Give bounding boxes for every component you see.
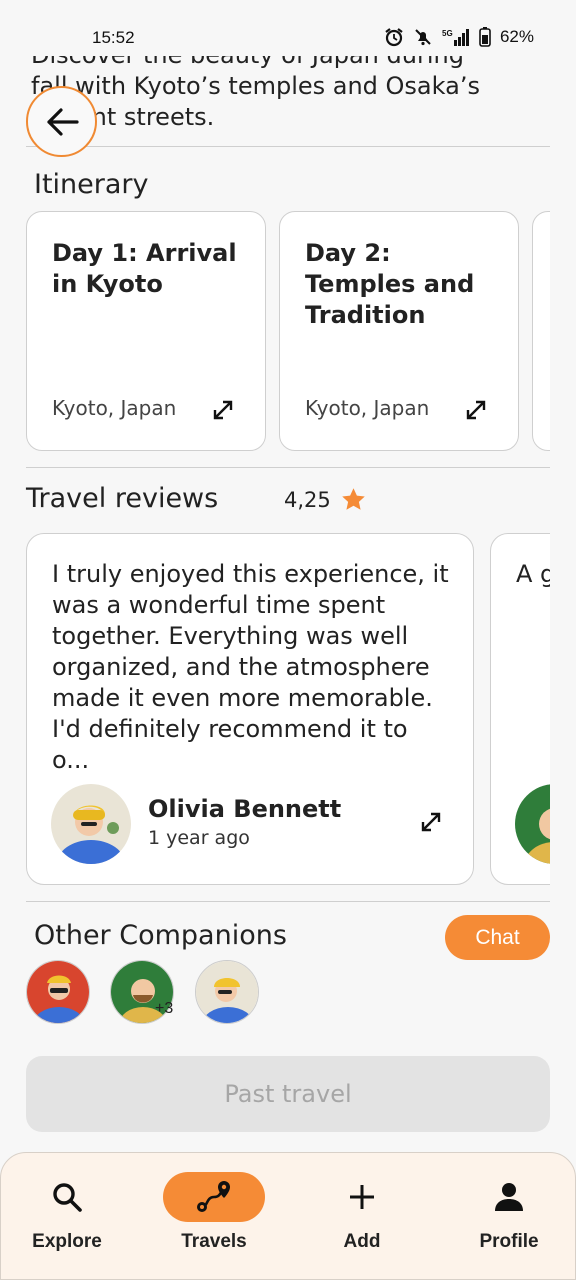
expand-icon[interactable] xyxy=(464,398,488,422)
day-card[interactable]: Day 2: Temples and Tradition Kyoto, Japa… xyxy=(279,211,519,451)
review-text-partial: A g sig us exp mi tha exp xyxy=(516,560,550,588)
day-location: Kyoto, Japan xyxy=(305,396,430,420)
intro-line-2: fall with Kyoto’s temples and Osaka’s xyxy=(31,72,480,100)
day-card[interactable]: Day 1: Arrival in Kyoto Kyoto, Japan xyxy=(26,211,266,451)
nav-add[interactable]: Add xyxy=(292,1153,432,1280)
itinerary-title: Itinerary xyxy=(34,169,149,200)
nav-explore[interactable]: Explore xyxy=(0,1153,137,1280)
expand-icon[interactable] xyxy=(211,398,235,422)
plus-icon xyxy=(350,1185,374,1209)
active-indicator xyxy=(163,1172,265,1222)
person-icon xyxy=(495,1183,523,1211)
review-card[interactable]: I truly enjoyed this experience, it was … xyxy=(26,533,474,885)
intro-line-3: vibrant streets. xyxy=(31,103,215,131)
day-location: Kyoto, Japan xyxy=(52,396,177,420)
nav-label: Travels xyxy=(181,1231,247,1252)
reviewer-name: Olivia Bennett xyxy=(148,795,342,823)
battery-level: 62% xyxy=(499,27,534,46)
review-card-partial[interactable]: A g sig us exp mi tha exp xyxy=(490,533,550,885)
nav-travels[interactable]: Travels xyxy=(144,1153,284,1280)
companion-avatar[interactable] xyxy=(26,960,90,1024)
divider xyxy=(26,901,550,902)
status-time: 15:52 xyxy=(92,28,135,47)
svg-text:5G: 5G xyxy=(442,29,453,38)
star-icon xyxy=(340,486,367,517)
reviews-title: Travel reviews xyxy=(26,483,219,514)
back-button[interactable] xyxy=(26,86,97,157)
itinerary-carousel[interactable]: Day 1: Arrival in Kyoto Kyoto, Japan Day… xyxy=(26,211,550,452)
battery-icon xyxy=(479,27,491,47)
past-travel-button[interactable]: Past travel xyxy=(26,1056,550,1132)
avatar xyxy=(515,784,550,864)
companions-title: Other Companions xyxy=(34,920,287,951)
arrow-left-icon xyxy=(46,107,79,136)
bottom-navigation: Explore Travels Add Profile xyxy=(0,1152,576,1280)
intro-line-1: Discover the beauty of Japan during xyxy=(31,56,531,71)
average-rating: 4,25 xyxy=(284,488,331,512)
search-icon xyxy=(53,1183,82,1212)
nav-label: Explore xyxy=(32,1231,102,1252)
day-card-partial[interactable] xyxy=(532,211,550,451)
route-icon xyxy=(197,1181,230,1212)
divider xyxy=(26,467,550,468)
status-icons: 5G 62% xyxy=(384,27,534,47)
day-title: Day 1: Arrival in Kyoto xyxy=(52,239,237,298)
nav-label: Profile xyxy=(479,1231,539,1252)
day-title: Day 2: Temples and Tradition xyxy=(305,239,475,329)
review-time: 1 year ago xyxy=(148,827,250,849)
nav-profile[interactable]: Profile xyxy=(439,1153,576,1280)
review-text: I truly enjoyed this experience, it was … xyxy=(52,560,449,774)
signal-icon: 5G xyxy=(442,27,470,47)
status-bar: 15:52 5G 62% xyxy=(0,0,576,56)
divider xyxy=(26,146,550,147)
alarm-icon xyxy=(384,27,404,47)
chat-button[interactable]: Chat xyxy=(445,915,550,960)
avatar xyxy=(51,784,131,864)
nav-label: Add xyxy=(343,1231,381,1252)
mute-icon xyxy=(413,27,433,47)
expand-icon[interactable] xyxy=(419,810,443,834)
companion-avatar[interactable] xyxy=(195,960,259,1024)
more-companions-count: +3 xyxy=(155,1000,174,1017)
reviews-carousel[interactable]: I truly enjoyed this experience, it was … xyxy=(26,533,550,886)
